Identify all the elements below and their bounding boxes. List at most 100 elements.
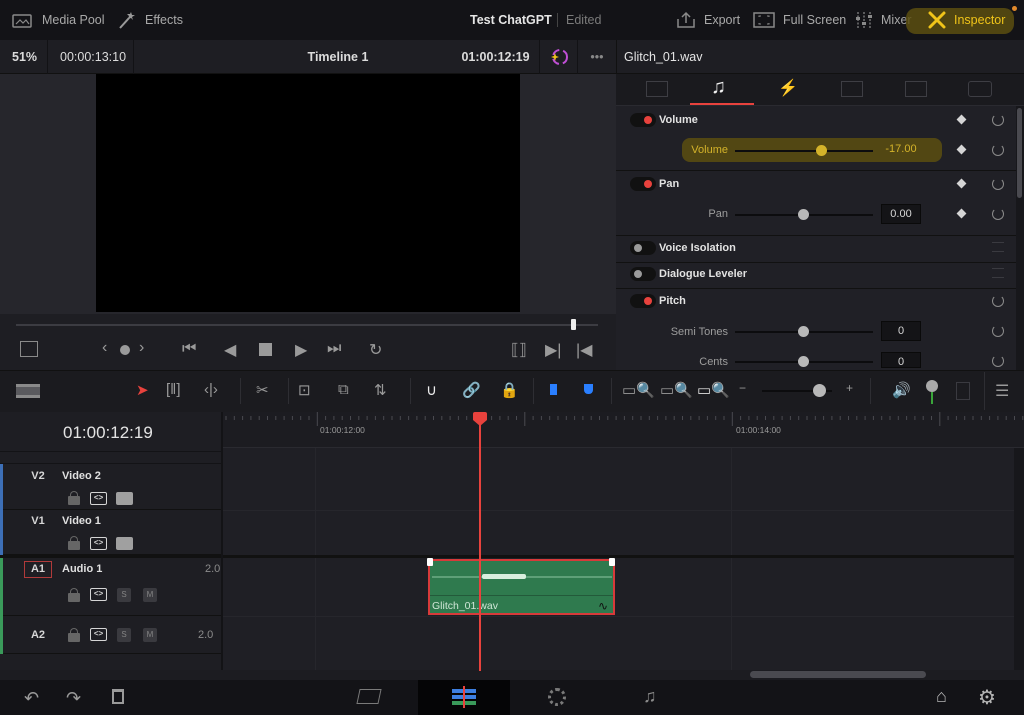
lock-icon[interactable] <box>68 628 80 642</box>
settings-gear-icon[interactable]: ⚙ <box>978 685 996 710</box>
inspector-scroll-thumb[interactable] <box>1017 108 1022 198</box>
home-icon[interactable]: ⌂ <box>936 686 947 707</box>
viewer-scrubber[interactable] <box>16 324 598 326</box>
lock-icon[interactable] <box>68 588 80 602</box>
clip-trim-handle-right[interactable] <box>609 558 615 566</box>
video-enable-icon[interactable] <box>116 492 133 505</box>
volume-value[interactable]: -17.00 <box>881 140 921 160</box>
audio-meter-icon[interactable] <box>956 382 970 400</box>
timeline-view-options-icon[interactable] <box>16 384 40 398</box>
media-pool-button[interactable]: Media Pool <box>12 0 105 40</box>
pan-value[interactable]: 0.00 <box>881 204 921 224</box>
delete-icon[interactable] <box>112 689 124 704</box>
pan-toggle[interactable] <box>630 177 656 191</box>
mute-button[interactable]: M <box>143 628 157 642</box>
blade-tool-icon[interactable]: ✂ <box>256 381 269 399</box>
menu-icon[interactable]: ☰ <box>995 381 1009 401</box>
pan-param-reset-icon[interactable] <box>992 208 1004 220</box>
zoom-detail-icon[interactable]: ▭🔍 <box>660 381 693 399</box>
viewer-zoom-dropdown[interactable]: 51% <box>0 40 48 74</box>
timeline-hscroll-thumb[interactable] <box>750 671 926 678</box>
jog-dot-icon[interactable] <box>120 345 130 355</box>
dialogue-leveler-settings-icon[interactable] <box>992 268 1004 278</box>
semitones-value[interactable]: 0 <box>881 321 921 341</box>
tab-file-icon[interactable] <box>968 81 992 97</box>
cut-page-icon[interactable] <box>356 689 382 704</box>
pan-reset-icon[interactable] <box>992 178 1004 190</box>
audio-level-knob[interactable] <box>926 380 938 392</box>
clip-trim-handle-left[interactable] <box>427 558 433 566</box>
lock-icon[interactable] <box>68 491 80 505</box>
stop-icon[interactable] <box>259 343 272 356</box>
scrubber-handle[interactable] <box>571 319 576 330</box>
redo-icon[interactable]: ↷ <box>66 688 81 709</box>
mark-out-icon[interactable]: |◀ <box>576 340 592 360</box>
tab-image-icon[interactable] <box>905 81 927 97</box>
volume-param-reset-icon[interactable] <box>992 144 1004 156</box>
play-icon[interactable]: ▶ <box>295 340 307 360</box>
tab-effects-icon[interactable]: ⚡ <box>778 78 798 98</box>
skip-to-start-icon[interactable]: ⏮ <box>182 340 196 358</box>
semitones-slider-knob[interactable] <box>798 326 809 337</box>
dynamic-trim-icon[interactable]: ‹|› <box>204 381 218 398</box>
lock-icon[interactable] <box>68 536 80 550</box>
loop-icon[interactable]: ↻ <box>369 340 382 360</box>
export-button[interactable]: Export <box>676 0 740 40</box>
pan-slider-knob[interactable] <box>798 209 809 220</box>
track-id[interactable]: V1 <box>24 515 52 527</box>
audio-clip[interactable]: Glitch_01.wav ∿ <box>428 559 615 615</box>
auto-select-icon[interactable]: <> <box>90 492 107 505</box>
mixer-button[interactable]: Mixer <box>855 0 912 40</box>
marker-icon[interactable] <box>584 384 593 394</box>
volume-reset-icon[interactable] <box>992 114 1004 126</box>
track-id[interactable]: A1 <box>24 561 52 578</box>
skip-to-end-icon[interactable]: ⏭ <box>327 340 341 358</box>
auto-select-icon[interactable]: <> <box>90 537 107 550</box>
viewer-canvas[interactable] <box>96 74 520 312</box>
pitch-toggle[interactable] <box>630 294 656 308</box>
cents-slider-knob[interactable] <box>798 356 809 367</box>
mark-in-icon[interactable]: ▶| <box>545 340 561 360</box>
timeline-zoom-knob[interactable] <box>813 384 826 397</box>
video-enable-icon[interactable] <box>116 537 133 550</box>
playhead[interactable] <box>479 414 481 671</box>
zoom-custom-icon[interactable]: ▭🔍 <box>697 381 730 399</box>
clip-curve-icon[interactable]: ∿ <box>598 599 608 613</box>
track-id[interactable]: V2 <box>24 470 52 482</box>
play-reverse-icon[interactable]: ◀ <box>224 340 236 360</box>
full-screen-button[interactable]: Full Screen <box>753 0 846 40</box>
selection-tool-icon[interactable]: ➤ <box>136 381 149 399</box>
voice-isolation-toggle[interactable] <box>630 241 656 255</box>
viewer-more-button[interactable]: ••• <box>578 40 616 74</box>
mute-button[interactable]: M <box>143 588 157 602</box>
cents-reset-icon[interactable] <box>992 355 1004 367</box>
next-frame-icon[interactable]: › <box>139 339 144 357</box>
match-frame-icon[interactable]: ⟦⟧ <box>511 340 527 360</box>
smart-reframe-button[interactable] <box>540 40 578 74</box>
insert-clip-icon[interactable]: ⊡ <box>298 381 311 399</box>
solo-button[interactable]: S <box>117 628 131 642</box>
undo-icon[interactable]: ↶ <box>24 688 39 709</box>
linked-selection-icon[interactable]: 🔗 <box>462 381 481 399</box>
auto-select-icon[interactable]: <> <box>90 628 107 641</box>
zoom-out-icon[interactable]: − <box>739 381 746 395</box>
position-lock-icon[interactable]: 🔒 <box>500 381 519 399</box>
color-page-icon[interactable] <box>548 688 566 706</box>
transform-icon[interactable] <box>20 341 38 357</box>
volume-slider-knob[interactable] <box>816 145 827 156</box>
semitones-reset-icon[interactable] <box>992 325 1004 337</box>
trim-tool-icon[interactable]: [‖] <box>166 381 181 398</box>
dialogue-leveler-toggle[interactable] <box>630 267 656 281</box>
overwrite-clip-icon[interactable]: ⧉ <box>338 381 349 398</box>
tab-transition-icon[interactable] <box>841 81 863 97</box>
timeline-vscroll[interactable] <box>1014 448 1024 670</box>
flag-icon[interactable] <box>550 384 557 395</box>
timeline-tracks-area[interactable] <box>222 448 1024 670</box>
playhead-handle[interactable] <box>473 412 487 420</box>
auto-select-icon[interactable]: <> <box>90 588 107 601</box>
audio-volume-icon[interactable]: 🔊 <box>892 381 911 399</box>
tab-video-icon[interactable] <box>646 81 668 97</box>
edit-page-icon[interactable] <box>452 686 476 708</box>
track-id[interactable]: A2 <box>24 629 52 641</box>
volume-slider[interactable] <box>735 150 873 152</box>
